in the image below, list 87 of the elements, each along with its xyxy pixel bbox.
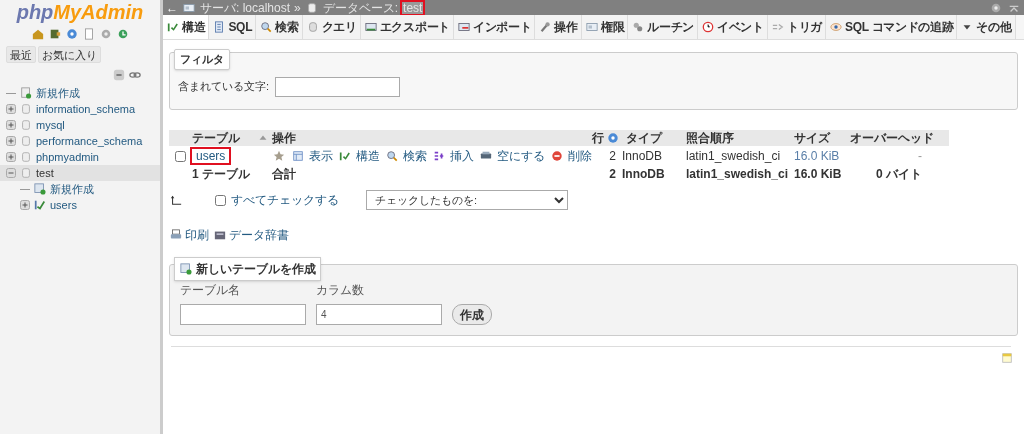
table-cell-text: - <box>917 148 923 165</box>
clock-icon <box>701 20 716 34</box>
table-cell-text: InnoDB <box>621 166 666 183</box>
action-link[interactable]: 構造 <box>356 147 380 165</box>
table-count: 1 テーブル <box>192 166 251 183</box>
create-table-legend: 新しいテーブルを作成 <box>174 257 321 281</box>
tree-link[interactable]: 新規作成 <box>50 180 94 198</box>
column-header[interactable]: オーバーヘッド <box>850 129 940 147</box>
new-table-icon <box>179 262 193 276</box>
star-icon <box>272 149 286 163</box>
sidebar-tab[interactable]: 最近 <box>6 46 36 63</box>
back-arrow[interactable]: ← <box>166 1 178 14</box>
expand-icon[interactable] <box>6 152 16 162</box>
notes-icon <box>1000 351 1014 365</box>
column-header[interactable]: サイズ <box>794 129 850 147</box>
arrow-icon <box>169 193 183 207</box>
home-icon <box>30 27 45 41</box>
column-count-field[interactable]: 4 <box>316 304 442 325</box>
wrench-icon <box>538 20 553 34</box>
table-cell-text: 2 <box>608 166 617 183</box>
table-icon <box>291 149 305 163</box>
tree-link[interactable]: mysql <box>36 116 65 134</box>
action-link[interactable]: 検索 <box>403 147 427 165</box>
tree-link[interactable]: test <box>36 164 54 182</box>
eye-icon <box>828 20 843 34</box>
expand-icon[interactable] <box>20 200 30 210</box>
column-header[interactable]: タイプ <box>622 129 686 147</box>
tree-link[interactable]: users <box>50 196 77 214</box>
search-icon <box>259 20 274 34</box>
expand-icon[interactable] <box>6 136 16 146</box>
row-checkbox[interactable] <box>175 150 186 162</box>
new-icon <box>33 182 47 196</box>
breadcrumb-separator: » <box>294 1 301 14</box>
collapse-all-icon <box>112 68 126 82</box>
action-link[interactable]: 挿入 <box>450 147 474 165</box>
logo[interactable]: phpMyAdmin <box>0 0 160 24</box>
create-button[interactable]: 作成 <box>452 304 492 325</box>
expand-icon[interactable] <box>6 120 16 130</box>
database-icon <box>19 134 33 148</box>
search-icon <box>385 149 399 163</box>
sidebar-tab[interactable]: お気に入り <box>38 46 101 63</box>
check-all-link[interactable]: すべてチェックする <box>231 191 356 209</box>
table-cell-text: 2 <box>608 148 617 165</box>
table-cell-text: 0 バイト <box>875 166 923 183</box>
column-header[interactable]: 行 <box>592 129 606 147</box>
insert-icon <box>432 149 446 163</box>
export-icon <box>363 20 378 34</box>
tab[interactable]: 構造 <box>163 15 210 39</box>
table-cell-text: 16.0 KiB <box>794 166 843 183</box>
tree-link[interactable]: phpmyadmin <box>36 148 99 166</box>
database-icon <box>19 102 33 116</box>
filter-legend: フィルタ <box>174 49 230 70</box>
table-cell-text: InnoDB <box>621 148 664 165</box>
footer-link[interactable]: 印刷 <box>185 226 209 244</box>
field-label: テーブル名 <box>180 282 241 299</box>
checkmark-icon <box>33 198 47 212</box>
column-header[interactable]: テーブル <box>192 129 256 147</box>
action-link[interactable]: 表示 <box>309 147 333 165</box>
database-icon <box>19 118 33 132</box>
bulk-action-select[interactable]: チェックしたものを: <box>366 190 568 210</box>
column-header: 操作 <box>272 130 297 147</box>
sum-label: 合計 <box>272 166 297 183</box>
field-label: カラム数 <box>316 282 365 299</box>
collapse-icon[interactable] <box>6 168 16 178</box>
filter-field[interactable] <box>275 77 401 97</box>
import-icon <box>456 20 471 34</box>
list-icon <box>584 20 599 34</box>
expand-icon[interactable] <box>6 104 16 114</box>
footer-link[interactable]: データ辞書 <box>229 226 289 244</box>
tree-link[interactable]: performance_schema <box>36 132 143 150</box>
new-icon <box>19 86 33 100</box>
tree-link[interactable]: information_schema <box>36 100 136 118</box>
filter-label: 含まれている文字: <box>178 78 270 94</box>
action-link[interactable]: 空にする <box>497 147 545 165</box>
help-icon <box>64 27 79 41</box>
table-link[interactable]: users <box>192 149 230 163</box>
column-header[interactable]: 照合順序 <box>686 129 794 147</box>
check-all-checkbox[interactable] <box>215 194 226 206</box>
table-cell-text: latin1_swedish_ci <box>686 148 782 165</box>
table-cell-text: latin1_swedish_ci <box>686 166 790 183</box>
tree-link[interactable]: 新規作成 <box>36 84 80 102</box>
delete-icon <box>550 149 564 163</box>
database-label: データベース: <box>322 1 399 14</box>
table-name-field[interactable] <box>180 304 306 325</box>
table-cell-text: 16.0 KiB <box>794 148 841 165</box>
database-icon <box>19 150 33 164</box>
action-link[interactable]: 削除 <box>568 147 592 165</box>
